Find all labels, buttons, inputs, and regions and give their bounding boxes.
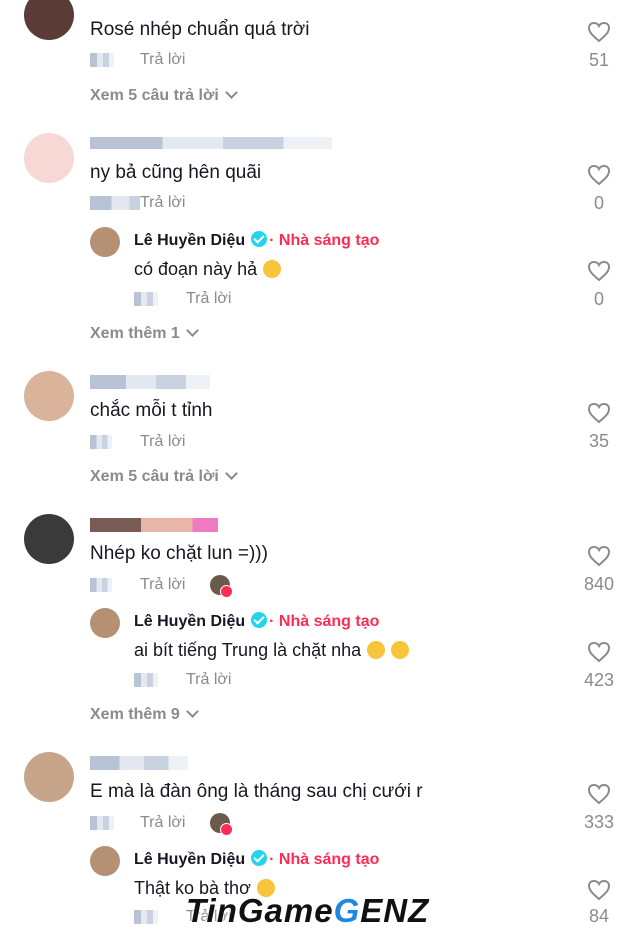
username-blurred: [90, 375, 210, 389]
comment-text: Nhép ko chặt lun =))): [90, 543, 268, 564]
reply-text: có đoạn này hả: [134, 257, 282, 281]
creator-badge: · Nhà sáng tạo: [269, 232, 380, 249]
like-count: 0: [593, 193, 604, 213]
creator-liked-avatar: [210, 575, 233, 598]
commenter-avatar[interactable]: [24, 133, 74, 183]
creator-heart-icon: [220, 823, 233, 836]
chevron-down-icon: [185, 705, 199, 718]
comment-text: E mà là đàn ông là tháng sau chị cưới r: [90, 781, 423, 802]
creator-liked-avatar: [210, 813, 233, 836]
view-replies-label: Xem 5 câu trả lời: [90, 468, 219, 485]
like-count: 51: [588, 50, 610, 70]
reply-button[interactable]: Trả lời: [186, 671, 231, 689]
creator-avatar[interactable]: [90, 846, 120, 876]
author-name: Lê Huyền Diệu: [134, 232, 246, 249]
heart-icon[interactable]: [587, 402, 611, 424]
comment-text: ny bả cũng hên quãi: [90, 162, 262, 183]
reply-author[interactable]: Lê Huyền Diệu · Nhà sáng tạo: [134, 850, 379, 869]
chevron-down-icon: [224, 467, 238, 480]
chevron-down-icon: [185, 324, 199, 337]
author-name: Lê Huyền Diệu: [134, 851, 246, 868]
view-more-button[interactable]: Xem thêm 1: [90, 324, 199, 343]
view-more-label: Xem thêm 1: [90, 325, 180, 342]
heart-icon[interactable]: [587, 545, 611, 567]
heart-icon[interactable]: [587, 260, 611, 282]
commenter-avatar[interactable]: [24, 371, 74, 421]
view-replies-button[interactable]: Xem 5 câu trả lời: [90, 86, 238, 105]
heart-icon[interactable]: [587, 21, 611, 43]
username-blurred: [90, 518, 218, 532]
commenter-avatar[interactable]: [24, 752, 74, 802]
reply-button[interactable]: Trả lời: [140, 433, 185, 451]
like-count: 840: [583, 574, 615, 594]
like-count: 0: [593, 289, 604, 309]
reply-date-blurred: [134, 292, 158, 306]
like-count: 84: [588, 906, 610, 926]
like-count: 333: [583, 812, 615, 832]
creator-badge: · Nhà sáng tạo: [269, 613, 380, 630]
verified-badge-icon: [251, 850, 268, 866]
site-watermark: TinGameGENZ: [186, 892, 429, 930]
reply-date-blurred: [134, 673, 158, 687]
username-blurred: [90, 756, 188, 770]
laughing-emoji-icon: [263, 260, 282, 278]
reply-text-content: ai bít tiếng Trung là chặt nha: [134, 640, 362, 660]
reply-date-blurred: [134, 910, 158, 924]
reply-author[interactable]: Lê Huyền Diệu · Nhà sáng tạo: [134, 231, 379, 250]
comment-text: Rosé nhép chuẩn quá trời: [90, 19, 310, 40]
author-name: Lê Huyền Diệu: [134, 613, 246, 630]
reply-button[interactable]: Trả lời: [140, 814, 185, 832]
comment-date-blurred: [90, 435, 112, 449]
view-replies-button[interactable]: Xem 5 câu trả lời: [90, 467, 238, 486]
chevron-down-icon: [224, 86, 238, 99]
like-count: 423: [583, 670, 615, 690]
watermark-part2: G: [333, 892, 361, 929]
creator-heart-icon: [220, 585, 233, 598]
username-blurred: [90, 137, 332, 149]
comment-date-blurred: [90, 53, 114, 67]
view-more-label: Xem thêm 9: [90, 706, 180, 723]
heart-icon[interactable]: [587, 164, 611, 186]
verified-badge-icon: [251, 231, 268, 247]
heart-icon[interactable]: [587, 783, 611, 805]
heart-icon[interactable]: [587, 641, 611, 663]
creator-badge: · Nhà sáng tạo: [269, 851, 380, 868]
comment-date-blurred: [90, 578, 112, 592]
like-count: 35: [588, 431, 610, 451]
watermark-part3: ENZ: [360, 892, 430, 929]
view-more-button[interactable]: Xem thêm 9: [90, 705, 199, 724]
reply-text: ai bít tiếng Trung là chặt nha: [134, 638, 410, 662]
reply-button[interactable]: Trả lời: [186, 290, 231, 308]
commenter-avatar[interactable]: [24, 514, 74, 564]
commenter-avatar[interactable]: [24, 0, 74, 40]
reply-button[interactable]: Trả lời: [140, 194, 186, 212]
verified-badge-icon: [251, 612, 268, 628]
reply-button[interactable]: Trả lời: [140, 51, 185, 69]
creator-avatar[interactable]: [90, 227, 120, 257]
heart-icon[interactable]: [587, 879, 611, 901]
reply-button[interactable]: Trả lời: [140, 576, 185, 594]
reply-author[interactable]: Lê Huyền Diệu · Nhà sáng tạo: [134, 612, 379, 631]
grinning-emoji-icon: [367, 641, 386, 659]
reply-text-content: có đoạn này hả: [134, 259, 258, 279]
comment-text: chắc mỗi t tỉnh: [90, 400, 213, 421]
comment-date-blurred: [90, 816, 114, 830]
view-replies-label: Xem 5 câu trả lời: [90, 87, 219, 104]
creator-avatar[interactable]: [90, 608, 120, 638]
watermark-part1: TinGame: [186, 892, 334, 929]
grinning-emoji-icon: [391, 641, 410, 659]
